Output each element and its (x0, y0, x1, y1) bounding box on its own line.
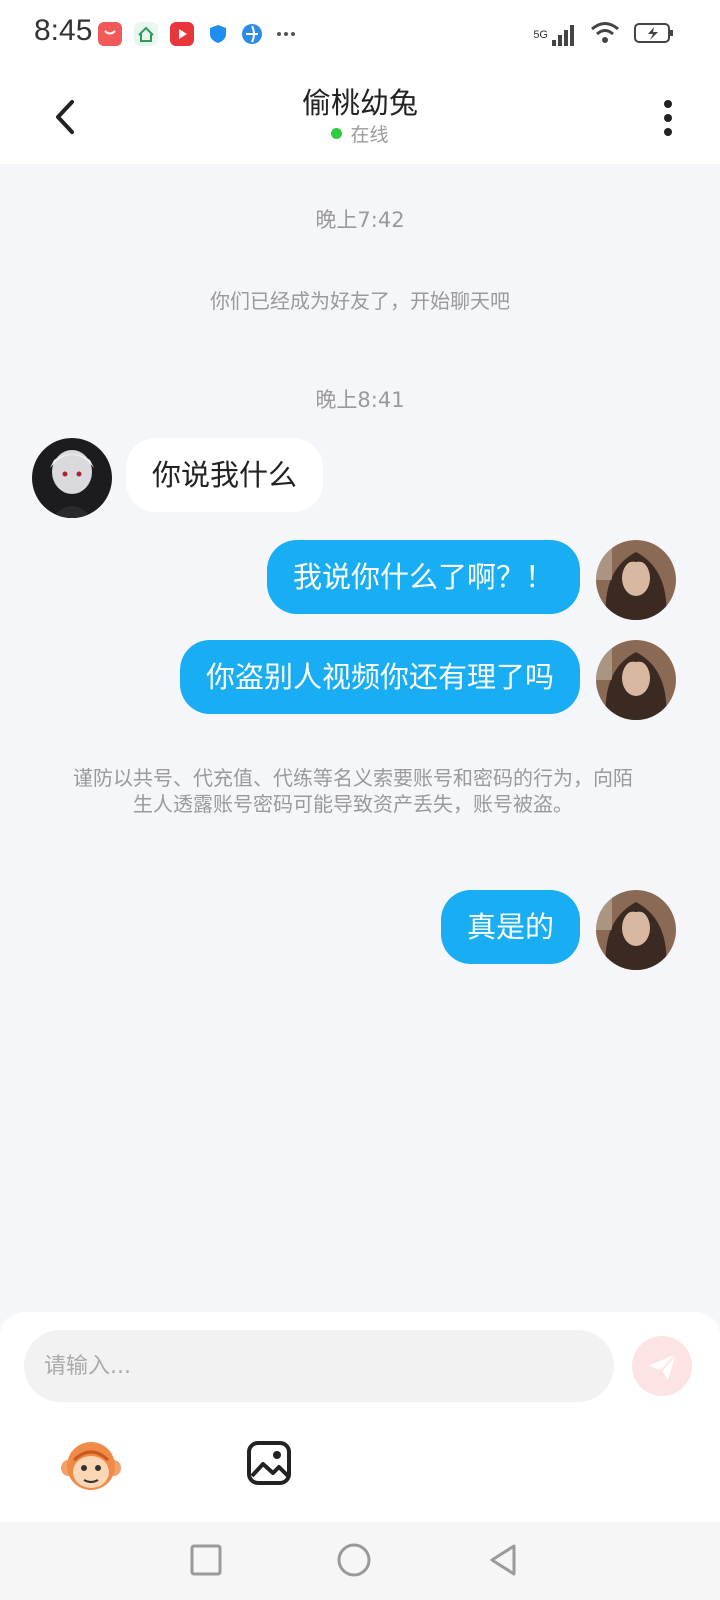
battery-icon (634, 21, 674, 49)
online-dot-icon (331, 128, 343, 139)
status-bar: 8:45 5G (0, 0, 720, 68)
timestamp-divider: 晚上7:42 (315, 208, 405, 232)
contact-avatar[interactable] (32, 438, 112, 518)
home-app-icon (134, 22, 158, 46)
network-type: 5G (533, 28, 548, 41)
monkey-emoji-icon (61, 1442, 121, 1490)
square-recent-icon (190, 1544, 222, 1576)
browser-app-icon (240, 22, 264, 46)
wifi-icon (590, 20, 620, 50)
my-avatar[interactable] (596, 540, 676, 620)
shield-app-icon (206, 22, 230, 46)
triangle-back-icon (490, 1544, 516, 1576)
back-nav-button[interactable] (484, 1540, 524, 1580)
system-message-friend: 你们已经成为好友了，开始聊天吧 (210, 289, 510, 313)
system-nav-bar (0, 1522, 720, 1600)
home-button[interactable] (334, 1540, 374, 1580)
video-app-icon (170, 22, 194, 46)
contact-name: 偷桃幼兔 (301, 86, 418, 120)
online-status: 在线 (0, 120, 720, 147)
recent-apps-button[interactable] (186, 1540, 226, 1580)
image-icon (247, 1441, 291, 1485)
circle-home-icon (337, 1543, 371, 1577)
status-time: 8:45 (34, 14, 93, 47)
my-avatar[interactable] (596, 640, 676, 720)
message-input[interactable] (24, 1330, 614, 1402)
input-panel (0, 1312, 720, 1522)
signal-icon: 5G (533, 22, 576, 48)
message-bubble-incoming[interactable]: 你说我什么 (126, 438, 324, 512)
message-bubble-outgoing[interactable]: 你盗别人视频你还有理了吗 (179, 640, 580, 714)
shopping-bag-icon (98, 22, 122, 46)
my-avatar[interactable] (596, 890, 676, 970)
chat-header: 偷桃幼兔 在线 (0, 68, 720, 164)
online-status-label: 在线 (350, 124, 389, 146)
message-bubble-outgoing[interactable]: 真是的 (440, 890, 580, 964)
vertical-dots-icon (664, 100, 672, 136)
emoji-button[interactable] (60, 1438, 122, 1494)
message-bubble-outgoing[interactable]: 我说你什么了啊？！ (266, 540, 580, 614)
send-button[interactable] (632, 1336, 692, 1396)
more-options-button[interactable] (658, 96, 678, 140)
security-notice: 谨防以共号、代充值、代练等名义索要账号和密码的行为，向陌生人透露账号密码可能导致… (73, 766, 633, 816)
timestamp-divider: 晚上8:41 (315, 388, 405, 412)
send-plane-icon (648, 1353, 677, 1380)
image-button[interactable] (246, 1440, 292, 1486)
more-dots-icon (274, 22, 298, 46)
